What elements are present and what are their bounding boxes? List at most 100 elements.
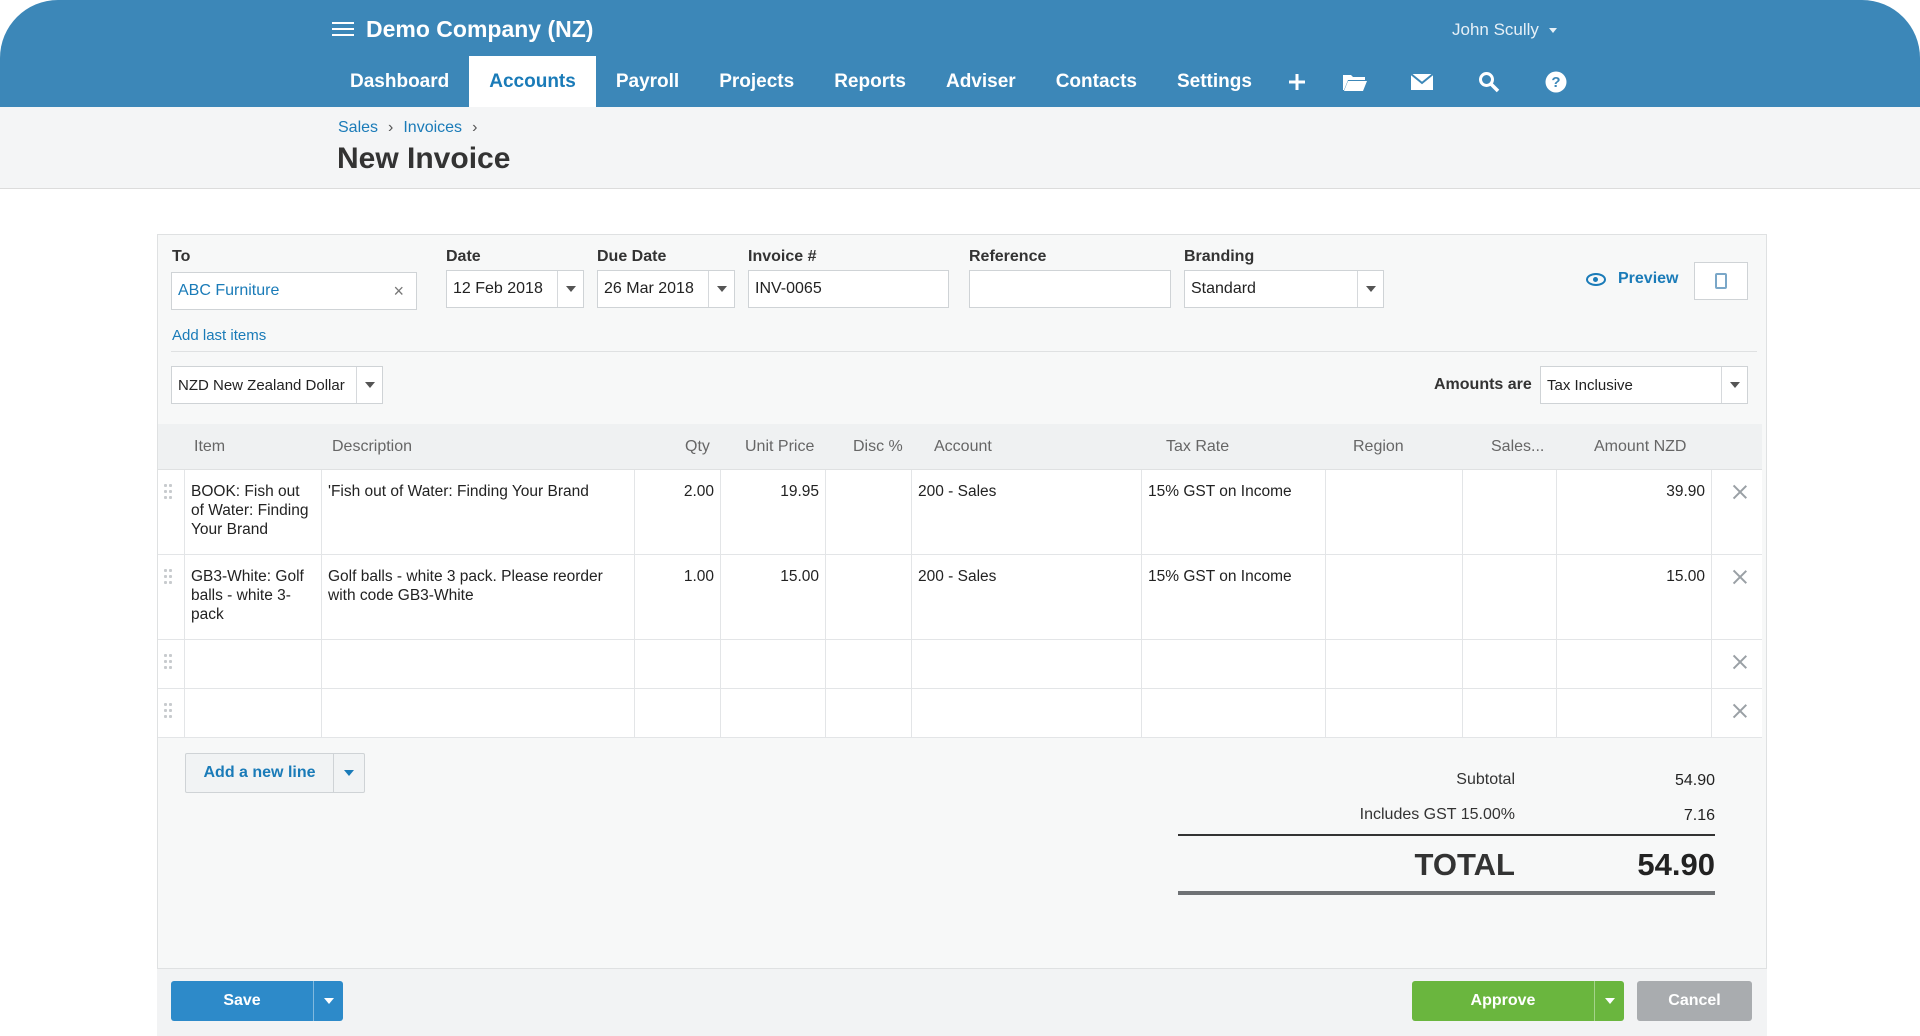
disc-cell[interactable] xyxy=(826,640,912,688)
amount-cell[interactable]: 15.00 xyxy=(1557,555,1712,639)
amount-cell[interactable] xyxy=(1557,689,1712,737)
copy-button[interactable] xyxy=(1694,262,1748,300)
amount-cell[interactable] xyxy=(1557,640,1712,688)
item-cell[interactable] xyxy=(184,640,322,688)
qty-cell[interactable]: 1.00 xyxy=(635,555,721,639)
date-field[interactable]: 12 Feb 2018 xyxy=(446,270,584,308)
description-cell[interactable] xyxy=(322,689,635,737)
sales-cell[interactable] xyxy=(1463,470,1557,554)
description-cell[interactable]: Golf balls - white 3 pack. Please reorde… xyxy=(322,555,635,639)
tab-payroll[interactable]: Payroll xyxy=(596,56,699,107)
delete-row-icon[interactable] xyxy=(1732,654,1748,670)
unit-price-cell[interactable]: 19.95 xyxy=(721,470,826,554)
delete-row-icon[interactable] xyxy=(1732,569,1748,585)
tab-reports[interactable]: Reports xyxy=(814,56,926,107)
amount-cell[interactable]: 39.90 xyxy=(1557,470,1712,554)
table-row[interactable] xyxy=(158,640,1762,689)
breadcrumb-sales[interactable]: Sales xyxy=(338,119,378,137)
amounts-are-select[interactable]: Tax Inclusive xyxy=(1540,366,1748,404)
tab-settings[interactable]: Settings xyxy=(1157,56,1272,107)
breadcrumb-separator: › xyxy=(388,119,394,136)
total-underline xyxy=(1178,891,1715,895)
item-cell[interactable]: BOOK: Fish out of Water: Finding Your Br… xyxy=(184,470,322,554)
disc-cell[interactable] xyxy=(826,555,912,639)
drag-handle-icon[interactable] xyxy=(164,484,174,500)
clear-icon[interactable]: × xyxy=(393,281,404,302)
line-items-header: Item Description Qty Unit Price Disc % A… xyxy=(158,424,1762,470)
unit-price-cell[interactable]: 15.00 xyxy=(721,555,826,639)
sales-cell[interactable] xyxy=(1463,555,1557,639)
total-label: TOTAL xyxy=(1414,847,1515,882)
tab-dashboard[interactable]: Dashboard xyxy=(330,56,469,107)
org-switcher[interactable]: Demo Company (NZ) xyxy=(332,14,593,44)
drag-handle-icon[interactable] xyxy=(164,569,174,585)
table-row[interactable]: BOOK: Fish out of Water: Finding Your Br… xyxy=(158,470,1762,555)
region-cell[interactable] xyxy=(1326,689,1463,737)
reference-field[interactable] xyxy=(969,270,1171,308)
table-row[interactable] xyxy=(158,689,1762,738)
chevron-down-icon[interactable] xyxy=(334,754,364,792)
tab-projects[interactable]: Projects xyxy=(699,56,814,107)
region-cell[interactable] xyxy=(1326,640,1463,688)
tax-rate-cell[interactable] xyxy=(1142,689,1326,737)
add-line-button[interactable]: Add a new line xyxy=(185,753,365,793)
unit-price-cell[interactable] xyxy=(721,689,826,737)
account-cell[interactable]: 200 - Sales xyxy=(912,470,1142,554)
mail-icon[interactable] xyxy=(1389,56,1456,107)
approve-button[interactable]: Approve xyxy=(1412,981,1624,1021)
currency-select[interactable]: NZD New Zealand Dollar xyxy=(171,366,383,404)
table-row[interactable]: GB3-White: Golf balls - white 3-pack Gol… xyxy=(158,555,1762,640)
add-last-items-link[interactable]: Add last items xyxy=(172,327,266,344)
plus-icon[interactable] xyxy=(1272,56,1322,107)
account-cell[interactable] xyxy=(912,640,1142,688)
breadcrumb-invoices[interactable]: Invoices xyxy=(403,119,462,137)
menu-list-icon xyxy=(332,20,354,38)
qty-cell[interactable]: 2.00 xyxy=(635,470,721,554)
tab-accounts[interactable]: Accounts xyxy=(469,56,596,107)
tax-rate-cell[interactable]: 15% GST on Income xyxy=(1142,470,1326,554)
search-icon[interactable] xyxy=(1456,56,1523,107)
chevron-down-icon[interactable] xyxy=(557,271,583,307)
unit-price-cell[interactable] xyxy=(721,640,826,688)
tax-rate-cell[interactable]: 15% GST on Income xyxy=(1142,555,1326,639)
due-date-field[interactable]: 26 Mar 2018 xyxy=(597,270,735,308)
preview-button[interactable]: Preview xyxy=(1586,270,1678,288)
item-cell[interactable]: GB3-White: Golf balls - white 3-pack xyxy=(184,555,322,639)
qty-cell[interactable] xyxy=(635,640,721,688)
branding-select[interactable]: Standard xyxy=(1184,270,1384,308)
chevron-down-icon[interactable] xyxy=(1721,367,1747,403)
chevron-down-icon[interactable] xyxy=(708,271,734,307)
cancel-button[interactable]: Cancel xyxy=(1637,981,1752,1021)
qty-cell[interactable] xyxy=(635,689,721,737)
tax-rate-cell[interactable] xyxy=(1142,640,1326,688)
description-cell[interactable]: 'Fish out of Water: Finding Your Brand xyxy=(322,470,635,554)
drag-handle-icon[interactable] xyxy=(164,654,174,670)
chevron-down-icon[interactable] xyxy=(1357,271,1383,307)
account-cell[interactable]: 200 - Sales xyxy=(912,555,1142,639)
tab-adviser[interactable]: Adviser xyxy=(926,56,1036,107)
region-cell[interactable] xyxy=(1326,555,1463,639)
due-date-label: Due Date xyxy=(597,248,667,265)
delete-row-icon[interactable] xyxy=(1732,703,1748,719)
chevron-down-icon[interactable] xyxy=(313,981,343,1021)
save-button[interactable]: Save xyxy=(171,981,343,1021)
sales-cell[interactable] xyxy=(1463,640,1557,688)
region-cell[interactable] xyxy=(1326,470,1463,554)
account-cell[interactable] xyxy=(912,689,1142,737)
chevron-down-icon[interactable] xyxy=(356,367,382,403)
delete-row-icon[interactable] xyxy=(1732,484,1748,500)
invoice-number-field[interactable]: INV-0065 xyxy=(748,270,949,308)
chevron-down-icon[interactable] xyxy=(1594,981,1624,1021)
disc-cell[interactable] xyxy=(826,689,912,737)
folder-icon[interactable] xyxy=(1322,56,1389,107)
disc-cell[interactable] xyxy=(826,470,912,554)
save-label: Save xyxy=(223,992,261,1009)
description-cell[interactable] xyxy=(322,640,635,688)
to-field[interactable]: ABC Furniture × xyxy=(171,272,417,310)
help-icon[interactable]: ? xyxy=(1523,56,1590,107)
tab-contacts[interactable]: Contacts xyxy=(1036,56,1157,107)
user-menu[interactable]: John Scully xyxy=(1452,20,1557,40)
item-cell[interactable] xyxy=(184,689,322,737)
drag-handle-icon[interactable] xyxy=(164,703,174,719)
sales-cell[interactable] xyxy=(1463,689,1557,737)
